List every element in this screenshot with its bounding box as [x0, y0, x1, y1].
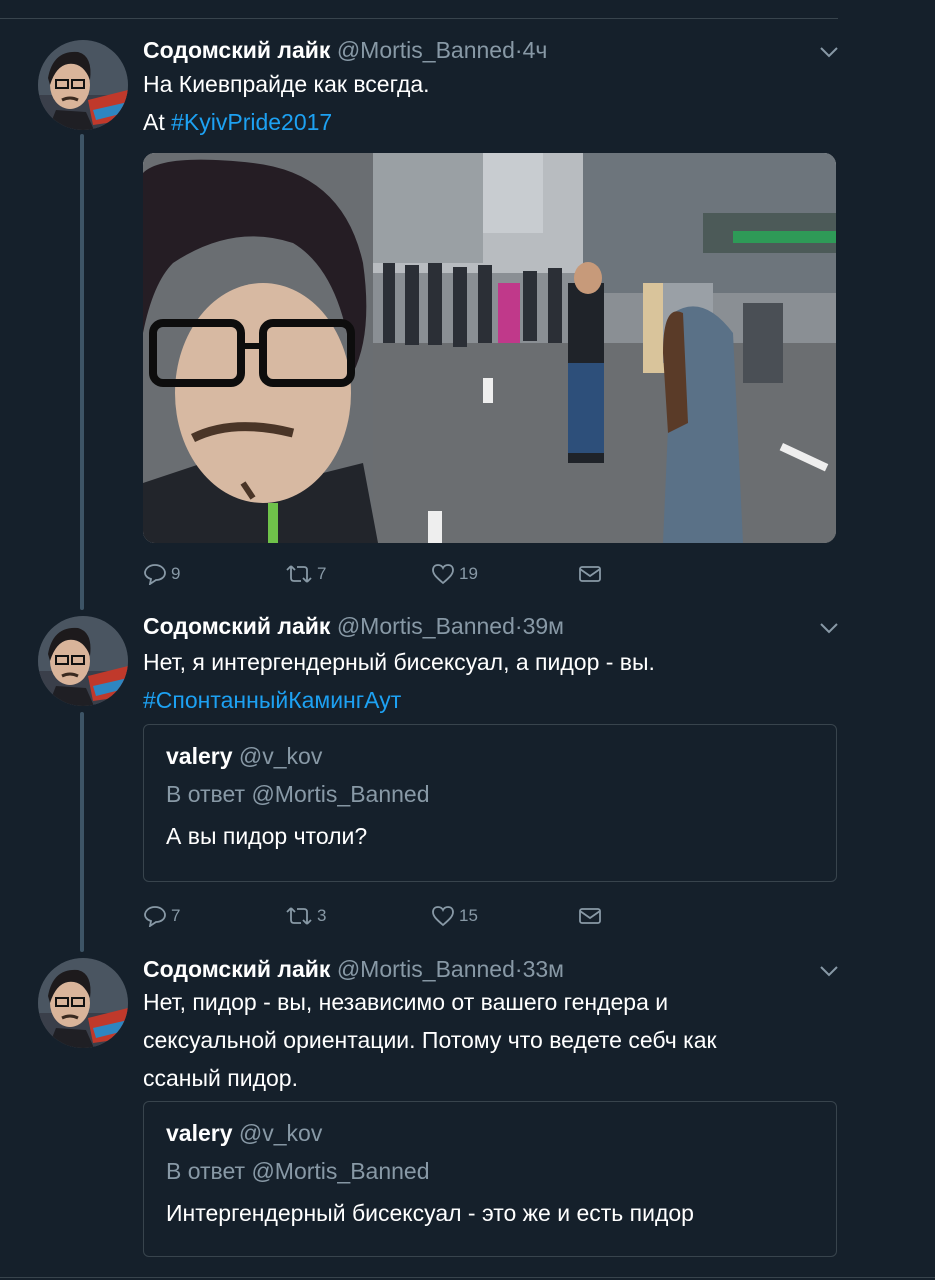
quoted-author-handle: @v_kov: [238, 1120, 323, 1146]
quoted-author-name: valery: [166, 1120, 233, 1146]
quoted-text: Интергендерный бисексуал - это же и есть…: [166, 1200, 694, 1226]
avatar[interactable]: [38, 958, 128, 1048]
author-name[interactable]: Содомский лайк: [143, 956, 330, 982]
tweet-header: Содомский лайк @Mortis_Banned·33м: [143, 955, 564, 983]
tweet-text: Нет, пидор - вы, независимо от вашего ге…: [143, 983, 833, 1097]
chevron-down-icon[interactable]: [818, 963, 840, 979]
tweet[interactable]: Содомский лайк @Mortis_Banned·33м Нет, п…: [0, 0, 935, 1276]
quoted-reply-to: В ответ @Mortis_Banned: [166, 1158, 430, 1184]
tweet-text-line: ссаный пидор.: [143, 1065, 298, 1091]
author-handle[interactable]: @Mortis_Banned: [337, 956, 515, 982]
tweet-text-line: сексуальной ориентации. Потому что ведет…: [143, 1027, 717, 1053]
timestamp[interactable]: 33м: [523, 956, 564, 982]
separator: ·: [514, 956, 523, 982]
tweet-text-line: Нет, пидор - вы, независимо от вашего ге…: [143, 989, 669, 1015]
quoted-header: valery @v_kov: [166, 1118, 322, 1148]
bottom-divider: [0, 1277, 935, 1278]
quoted-tweet[interactable]: valery @v_kov В ответ @Mortis_Banned Инт…: [143, 1101, 837, 1257]
